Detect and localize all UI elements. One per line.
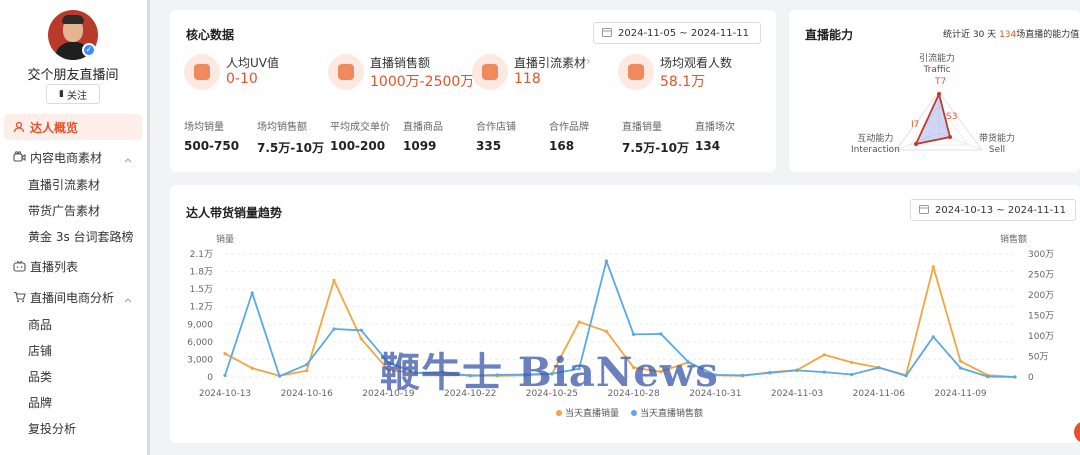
revenue-point[interactable] bbox=[877, 365, 881, 370]
revenue-point[interactable] bbox=[740, 373, 745, 377]
y-left-tick: 0 bbox=[207, 373, 213, 383]
revenue-point[interactable] bbox=[332, 327, 336, 331]
revenue-point[interactable] bbox=[604, 259, 608, 263]
revenue-point[interactable] bbox=[359, 328, 363, 332]
x-tick: 2024-11-03 bbox=[771, 389, 823, 399]
revenue-point[interactable] bbox=[223, 373, 227, 377]
sales-point[interactable] bbox=[332, 278, 336, 282]
revenue-point[interactable] bbox=[632, 332, 636, 336]
x-tick: 2024-11-06 bbox=[853, 389, 906, 399]
sales-point[interactable] bbox=[849, 360, 854, 364]
revenue-point[interactable] bbox=[931, 335, 935, 339]
sales-point[interactable] bbox=[931, 265, 935, 269]
y-right-tick: 100万 bbox=[1028, 332, 1054, 342]
y-left-tick: 9,000 bbox=[187, 320, 213, 330]
y-right-tick: 250万 bbox=[1028, 271, 1054, 281]
x-tick: 2024-10-13 bbox=[199, 389, 251, 399]
sales-point[interactable] bbox=[604, 329, 608, 333]
sales-point[interactable] bbox=[305, 368, 309, 373]
y-left-tick: 6,000 bbox=[187, 338, 213, 348]
sales-point[interactable] bbox=[359, 337, 363, 341]
legend-item-sales[interactable]: 当天直播销量 bbox=[556, 406, 619, 419]
y-left-tick: 1.5万 bbox=[190, 285, 213, 295]
legend-item-revenue[interactable]: 当天直播销售额 bbox=[631, 406, 703, 419]
sales-point[interactable] bbox=[577, 320, 581, 324]
sales-point[interactable] bbox=[250, 366, 254, 370]
y-left-tick: 2.1万 bbox=[190, 250, 213, 260]
watermark: 鞭牛士 BiaNews bbox=[380, 349, 719, 396]
revenue-point[interactable] bbox=[849, 372, 854, 377]
revenue-point[interactable] bbox=[277, 374, 282, 378]
revenue-point[interactable] bbox=[768, 371, 772, 375]
y-right-tick: 200万 bbox=[1028, 291, 1054, 301]
y-right-tick: 150万 bbox=[1028, 312, 1054, 322]
sales-point[interactable] bbox=[223, 351, 227, 356]
y-left-tick: 1.8万 bbox=[190, 268, 213, 278]
revenue-point[interactable] bbox=[986, 374, 990, 379]
chart-legend: 当天直播销量 当天直播销售额 bbox=[556, 406, 703, 419]
revenue-point[interactable] bbox=[250, 291, 254, 295]
y-right-tick: 0 bbox=[1028, 373, 1034, 383]
y-right-tick: 300万 bbox=[1028, 250, 1054, 260]
revenue-point[interactable] bbox=[305, 363, 309, 367]
revenue-point[interactable] bbox=[795, 368, 799, 373]
y-left-tick: 1.2万 bbox=[190, 303, 213, 313]
x-tick: 2024-11-09 bbox=[934, 389, 987, 399]
y-right-tick: 50万 bbox=[1028, 353, 1048, 363]
revenue-point[interactable] bbox=[1013, 375, 1017, 379]
revenue-point[interactable] bbox=[904, 374, 908, 378]
x-tick: 2024-10-16 bbox=[281, 389, 334, 399]
revenue-point[interactable] bbox=[822, 370, 826, 374]
revenue-point[interactable] bbox=[958, 366, 963, 370]
y-left-tick: 3,000 bbox=[187, 355, 213, 365]
revenue-point[interactable] bbox=[659, 332, 663, 336]
sales-point[interactable] bbox=[958, 359, 963, 363]
sales-point[interactable] bbox=[822, 353, 826, 357]
